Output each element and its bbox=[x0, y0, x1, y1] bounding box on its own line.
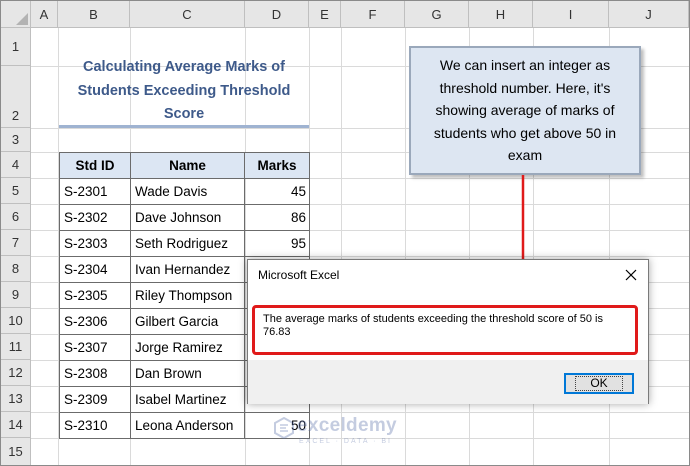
column-header-j[interactable]: J bbox=[609, 1, 689, 28]
row-header-2[interactable]: 2 bbox=[1, 66, 31, 128]
column-header-b[interactable]: B bbox=[58, 1, 130, 28]
exceldemy-logo-icon bbox=[274, 417, 294, 439]
row-header-6[interactable]: 6 bbox=[1, 204, 31, 230]
row-header-5[interactable]: 5 bbox=[1, 178, 31, 204]
title-underline bbox=[59, 125, 309, 128]
cell-std-id[interactable]: S-2309 bbox=[59, 386, 131, 413]
dialog-title: Microsoft Excel bbox=[258, 268, 340, 282]
table-row: S-2303 Seth Rodriguez 95 bbox=[59, 230, 310, 257]
cell-std-id[interactable]: S-2307 bbox=[59, 334, 131, 361]
close-icon bbox=[625, 269, 637, 281]
row-header-8[interactable]: 8 bbox=[1, 256, 31, 282]
cell-name[interactable]: Isabel Martinez bbox=[130, 386, 245, 413]
dialog-titlebar[interactable]: Microsoft Excel bbox=[248, 260, 648, 290]
row-header-11[interactable]: 11 bbox=[1, 334, 31, 360]
column-header-i[interactable]: I bbox=[533, 1, 609, 28]
callout-note[interactable]: We can insert an integer as threshold nu… bbox=[409, 46, 641, 175]
table-row: S-2301 Wade Davis 45 bbox=[59, 178, 310, 205]
column-header-d[interactable]: D bbox=[245, 1, 309, 28]
row-header-12[interactable]: 12 bbox=[1, 360, 31, 386]
row-header-14[interactable]: 14 bbox=[1, 412, 31, 438]
cell-name[interactable]: Seth Rodriguez bbox=[130, 230, 245, 257]
row-header-1[interactable]: 1 bbox=[1, 28, 31, 66]
cell-name[interactable]: Jorge Ramirez bbox=[130, 334, 245, 361]
header-std-id[interactable]: Std ID bbox=[59, 152, 131, 179]
ok-button-label: OK bbox=[575, 376, 623, 391]
cell-marks[interactable]: 45 bbox=[244, 178, 310, 205]
spreadsheet: A B C D E F G H I J 1 2 3 4 5 6 7 8 9 10… bbox=[0, 0, 690, 466]
dialog-message: The average marks of students exceeding … bbox=[252, 305, 638, 355]
row-header-13[interactable]: 13 bbox=[1, 386, 31, 412]
cell-name[interactable]: Riley Thompson bbox=[130, 282, 245, 309]
watermark-name: exceldemy bbox=[297, 415, 397, 436]
row-header-4[interactable]: 4 bbox=[1, 152, 31, 178]
row-header-15[interactable]: 15 bbox=[1, 438, 31, 465]
cell-std-id[interactable]: S-2306 bbox=[59, 308, 131, 335]
select-all-corner[interactable] bbox=[1, 1, 31, 28]
dialog-body: The average marks of students exceeding … bbox=[248, 290, 648, 360]
sheet-title[interactable]: Calculating Average Marks of Students Ex… bbox=[59, 56, 309, 126]
cell-std-id[interactable]: S-2302 bbox=[59, 204, 131, 231]
column-header-a[interactable]: A bbox=[31, 1, 58, 28]
column-header-e[interactable]: E bbox=[309, 1, 341, 28]
row-header-10[interactable]: 10 bbox=[1, 308, 31, 334]
table-row: S-2310 Leona Anderson 50 bbox=[59, 412, 310, 439]
cell-name[interactable]: Ivan Hernandez bbox=[130, 256, 245, 283]
column-header-f[interactable]: F bbox=[341, 1, 405, 28]
table-row: S-2302 Dave Johnson 86 bbox=[59, 204, 310, 231]
cell-std-id[interactable]: S-2308 bbox=[59, 360, 131, 387]
row-header-7[interactable]: 7 bbox=[1, 230, 31, 256]
watermark-tagline: EXCEL · DATA · BI bbox=[299, 438, 392, 445]
cell-name[interactable]: Wade Davis bbox=[130, 178, 245, 205]
cell-std-id[interactable]: S-2305 bbox=[59, 282, 131, 309]
column-header-h[interactable]: H bbox=[469, 1, 533, 28]
dialog-close-button[interactable] bbox=[614, 260, 648, 290]
cell-std-id[interactable]: S-2301 bbox=[59, 178, 131, 205]
cell-name[interactable]: Dan Brown bbox=[130, 360, 245, 387]
cell-marks[interactable]: 95 bbox=[244, 230, 310, 257]
exceldemy-watermark: exceldemy EXCEL · DATA · BI bbox=[273, 415, 423, 447]
cell-std-id[interactable]: S-2310 bbox=[59, 412, 131, 439]
column-header-g[interactable]: G bbox=[405, 1, 469, 28]
select-all-triangle bbox=[16, 13, 28, 25]
header-marks[interactable]: Marks bbox=[244, 152, 310, 179]
ok-button[interactable]: OK bbox=[564, 373, 634, 394]
table-header-row: Std ID Name Marks bbox=[59, 152, 310, 179]
header-name[interactable]: Name bbox=[130, 152, 245, 179]
cell-marks[interactable]: 86 bbox=[244, 204, 310, 231]
row-header-9[interactable]: 9 bbox=[1, 282, 31, 308]
cell-name[interactable]: Dave Johnson bbox=[130, 204, 245, 231]
cell-name[interactable]: Leona Anderson bbox=[130, 412, 245, 439]
column-header-c[interactable]: C bbox=[130, 1, 245, 28]
cell-std-id[interactable]: S-2304 bbox=[59, 256, 131, 283]
row-header-3[interactable]: 3 bbox=[1, 128, 31, 152]
dialog-footer: OK bbox=[248, 360, 648, 404]
cell-name[interactable]: Gilbert Garcia bbox=[130, 308, 245, 335]
cell-std-id[interactable]: S-2303 bbox=[59, 230, 131, 257]
message-box-dialog: Microsoft Excel The average marks of stu… bbox=[247, 259, 649, 404]
